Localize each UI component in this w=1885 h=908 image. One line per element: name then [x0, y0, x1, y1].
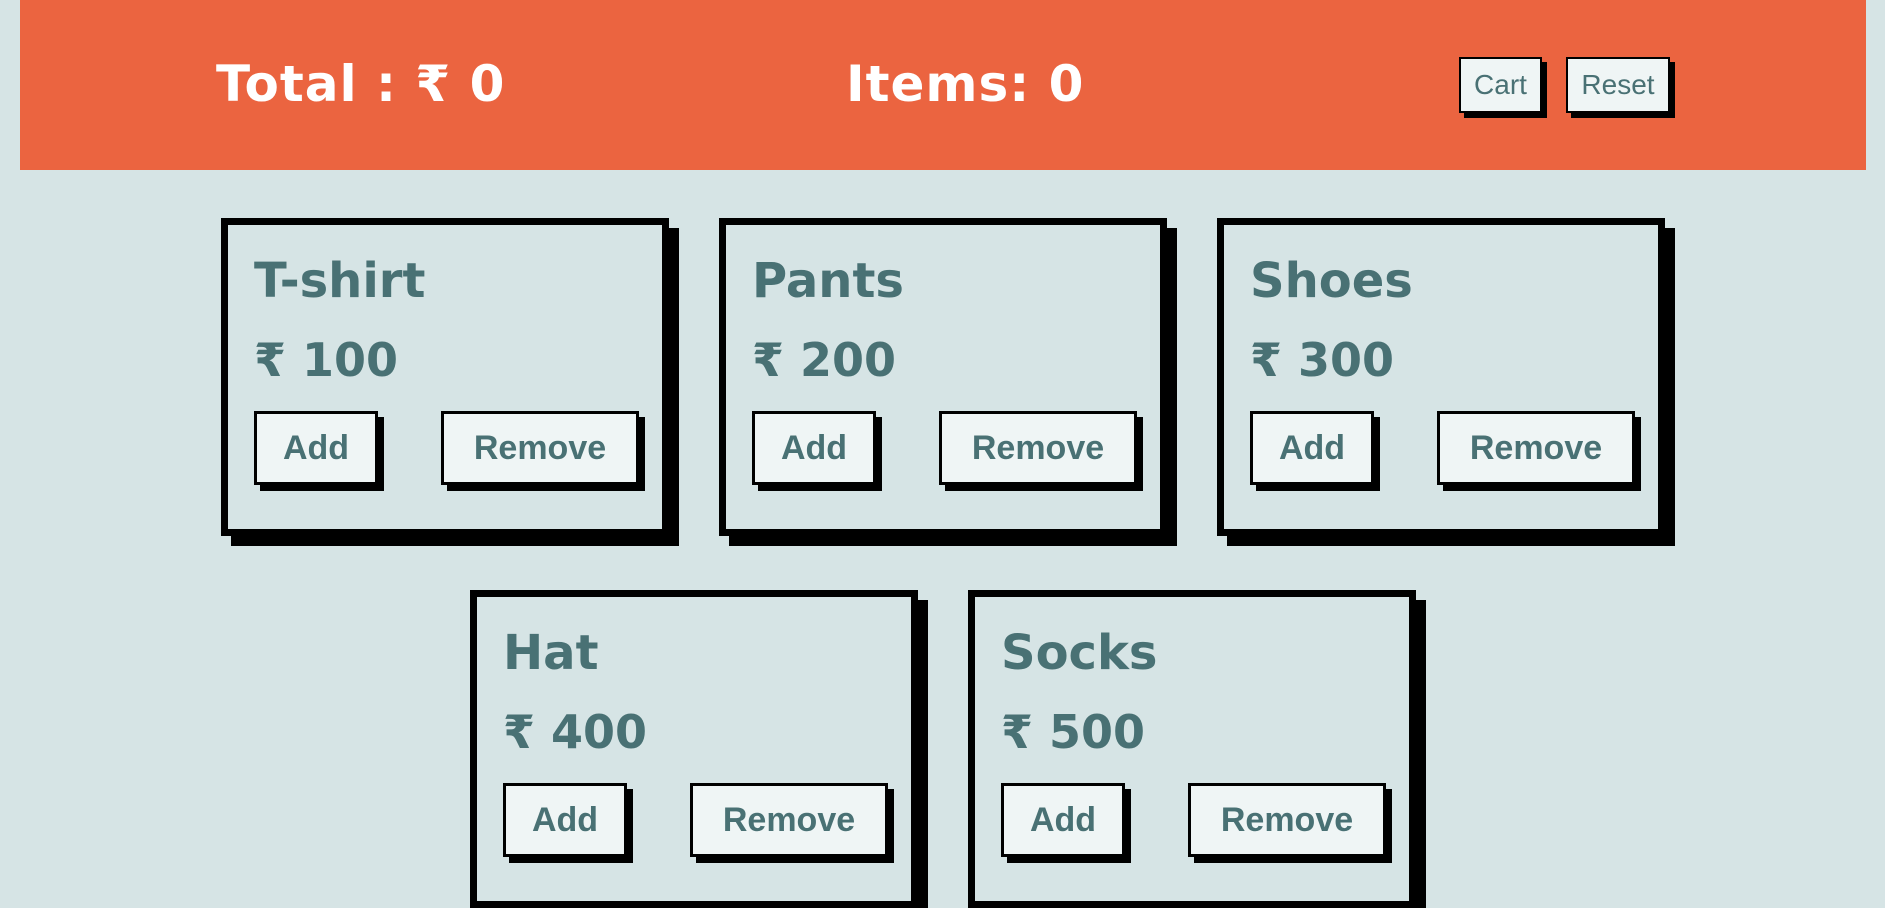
product-name: Hat [503, 625, 599, 681]
product-price: ₹ 300 [1250, 333, 1395, 387]
product-price: ₹ 100 [254, 333, 399, 387]
product-price: ₹ 400 [503, 705, 648, 759]
remove-button[interactable]: Remove [939, 411, 1137, 485]
add-button[interactable]: Add [503, 783, 627, 857]
cart-button[interactable]: Cart [1459, 57, 1542, 113]
product-name: Pants [752, 253, 904, 309]
product-card-tshirt: T-shirt ₹ 100 Add Remove [221, 218, 669, 536]
product-price: ₹ 500 [1001, 705, 1146, 759]
top-bar: Total : ₹ 0 Items: 0 Cart Reset [20, 0, 1866, 170]
add-button[interactable]: Add [1250, 411, 1374, 485]
product-card-socks: Socks ₹ 500 Add Remove [968, 590, 1416, 908]
product-price: ₹ 200 [752, 333, 897, 387]
remove-button[interactable]: Remove [441, 411, 639, 485]
remove-button[interactable]: Remove [1437, 411, 1635, 485]
add-button[interactable]: Add [254, 411, 378, 485]
product-name: Shoes [1250, 253, 1413, 309]
product-card-hat: Hat ₹ 400 Add Remove [470, 590, 918, 908]
remove-button[interactable]: Remove [690, 783, 888, 857]
product-name: Socks [1001, 625, 1158, 681]
product-card-shoes: Shoes ₹ 300 Add Remove [1217, 218, 1665, 536]
product-card-pants: Pants ₹ 200 Add Remove [719, 218, 1167, 536]
remove-button[interactable]: Remove [1188, 783, 1386, 857]
product-name: T-shirt [254, 253, 426, 309]
add-button[interactable]: Add [752, 411, 876, 485]
total-display: Total : ₹ 0 [216, 55, 506, 113]
reset-button[interactable]: Reset [1566, 57, 1670, 113]
items-count-display: Items: 0 [846, 55, 1085, 113]
add-button[interactable]: Add [1001, 783, 1125, 857]
